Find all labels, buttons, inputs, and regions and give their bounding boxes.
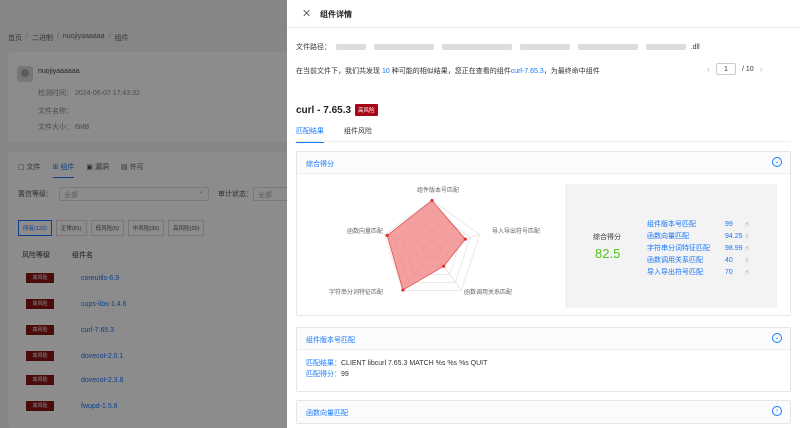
radar-chart: 组件版本号匹配 导入导出符号匹配 函数调用关系匹配 字符串分词特征匹配 函数向量… xyxy=(297,175,567,325)
radar-label-import-export: 导入导出符号匹配 xyxy=(492,229,541,235)
score-value: 94.25 xyxy=(725,232,743,240)
score-value: 98.99 xyxy=(725,244,743,252)
pointer-hand-icon: ☝ xyxy=(745,233,749,240)
section-title: 函数向量匹配 xyxy=(306,410,348,417)
component-detail-drawer: ✕ 组件详情 文件路径： .dll 在当前文件下，我们共发现 10 种可能的相似… xyxy=(287,0,800,428)
score-value: 40 xyxy=(725,256,733,264)
score-name[interactable]: 字符串分词特征匹配 xyxy=(647,243,725,253)
radar-label-version: 组件版本号匹配 xyxy=(417,188,460,194)
score-item[interactable]: 函数调用关系匹配 40 ☝ xyxy=(647,254,749,266)
close-icon[interactable]: ✕ xyxy=(302,7,311,20)
score-item[interactable]: 字符串分词特征匹配 98.99 ☝ xyxy=(647,242,749,254)
component-name: curl - 7.65.3 xyxy=(296,104,352,116)
score-value: 70 xyxy=(725,268,733,276)
drawer-header: ✕ 组件详情 xyxy=(287,0,800,28)
modal-overlay[interactable] xyxy=(0,0,287,428)
chevron-down-icon[interactable]: ⌄ xyxy=(772,157,782,167)
component-heading: curl - 7.65.3 高风险 xyxy=(296,104,378,116)
match-result-value: CLIENT libcurl 7.65.3 MATCH %s %s %s QUI… xyxy=(341,360,488,367)
radar-label-func-vector: 函数向量匹配 xyxy=(347,229,384,235)
score-name[interactable]: 函数调用关系匹配 xyxy=(647,255,725,265)
pointer-hand-icon: ☝ xyxy=(745,269,749,276)
score-item[interactable]: 函数向量匹配 94.25 ☝ xyxy=(647,230,749,242)
match-score-value: 99 xyxy=(341,371,349,378)
score-item[interactable]: 组件版本号匹配 99 ☝ xyxy=(647,218,749,230)
redacted-path xyxy=(441,44,512,51)
radar-point xyxy=(442,264,446,268)
score-list: 组件版本号匹配 99 ☝ 函数向量匹配 94.25 ☝ 字符串分词特征匹配 98.99 ☝ … xyxy=(647,218,749,278)
section-header[interactable]: 综合得分 ⌄ xyxy=(297,152,790,174)
redacted-path xyxy=(373,44,434,51)
radar-point xyxy=(463,237,467,241)
redacted-path xyxy=(335,44,366,51)
result-prefix: 在当前文件下，我们共发现 xyxy=(296,68,380,75)
file-path-suffix: .dll xyxy=(690,44,700,51)
pointer-hand-icon: ☝ xyxy=(745,257,749,264)
func-vector-section: 函数向量匹配 › xyxy=(296,400,791,424)
score-panel: 综合得分 82.5 组件版本号匹配 99 ☝ 函数向量匹配 94.25 ☝ 字符串分词特… xyxy=(565,184,777,308)
pointer-hand-icon: ☝ xyxy=(745,221,749,228)
drawer-title: 组件详情 xyxy=(320,10,352,19)
chevron-right-icon[interactable]: › xyxy=(772,406,782,416)
prev-page-icon[interactable]: ‹ xyxy=(707,64,710,74)
risk-badge: 高风险 xyxy=(355,104,378,116)
result-count: 10 xyxy=(381,68,390,75)
radar-point xyxy=(430,198,434,203)
tabs-divider xyxy=(296,141,791,142)
result-summary: 在当前文件下，我们共发现 10 种可能的相似结果，您正在查看的组件curl-7.… xyxy=(296,66,600,76)
version-match-section: 组件版本号匹配 ⌄ 匹配结果：CLIENT libcurl 7.65.3 MAT… xyxy=(296,327,791,392)
radar-point xyxy=(385,233,389,238)
score-name[interactable]: 函数向量匹配 xyxy=(647,231,725,241)
section-header[interactable]: 组件版本号匹配 ⌄ xyxy=(297,328,790,350)
result-component: curl-7.65.3 xyxy=(510,68,544,75)
redacted-path xyxy=(577,44,638,51)
radar-label-call-relation: 函数调用关系匹配 xyxy=(464,290,513,296)
radar-point xyxy=(401,288,405,292)
version-match-body: 匹配结果：CLIENT libcurl 7.65.3 MATCH %s %s %… xyxy=(297,350,790,388)
pointer-hand-icon: ☝ xyxy=(745,245,749,252)
overall-score-value: 82.5 xyxy=(595,246,621,261)
chevron-down-icon[interactable]: ⌄ xyxy=(772,333,782,343)
section-header[interactable]: 函数向量匹配 › xyxy=(297,401,790,423)
page-total: / 10 xyxy=(742,65,754,73)
score-name[interactable]: 组件版本号匹配 xyxy=(647,219,725,229)
overall-score-label: 综合得分 xyxy=(593,234,621,241)
result-pager: ‹ 1 / 10 › xyxy=(707,63,763,75)
match-score-label: 匹配得分： xyxy=(306,371,341,378)
redacted-path xyxy=(645,44,686,51)
result-suffix: ，为最终命中组件 xyxy=(543,68,600,75)
score-name[interactable]: 导入导出符号匹配 xyxy=(647,267,725,277)
score-value: 99 xyxy=(725,220,733,228)
page-input[interactable]: 1 xyxy=(716,63,736,75)
file-path-label: 文件路径： xyxy=(296,44,331,51)
section-title: 综合得分 xyxy=(306,161,334,168)
score-item[interactable]: 导入导出符号匹配 70 ☝ xyxy=(647,266,749,278)
section-title: 组件版本号匹配 xyxy=(306,337,355,344)
redacted-path xyxy=(519,44,570,51)
radar-label-string-feature: 字符串分词特征匹配 xyxy=(329,290,384,296)
overall-score-section: 综合得分 ⌄ 组件版本号匹配 导入导出符号匹配 函数调用关系匹配 字符串分词特征… xyxy=(296,151,791,316)
result-mid: 种可能的相似结果，您正在查看的组件 xyxy=(391,68,511,75)
next-page-icon[interactable]: › xyxy=(760,64,763,74)
radar-score-polygon xyxy=(386,199,466,291)
match-result-label: 匹配结果： xyxy=(306,360,341,367)
file-path: 文件路径： .dll xyxy=(296,42,700,52)
